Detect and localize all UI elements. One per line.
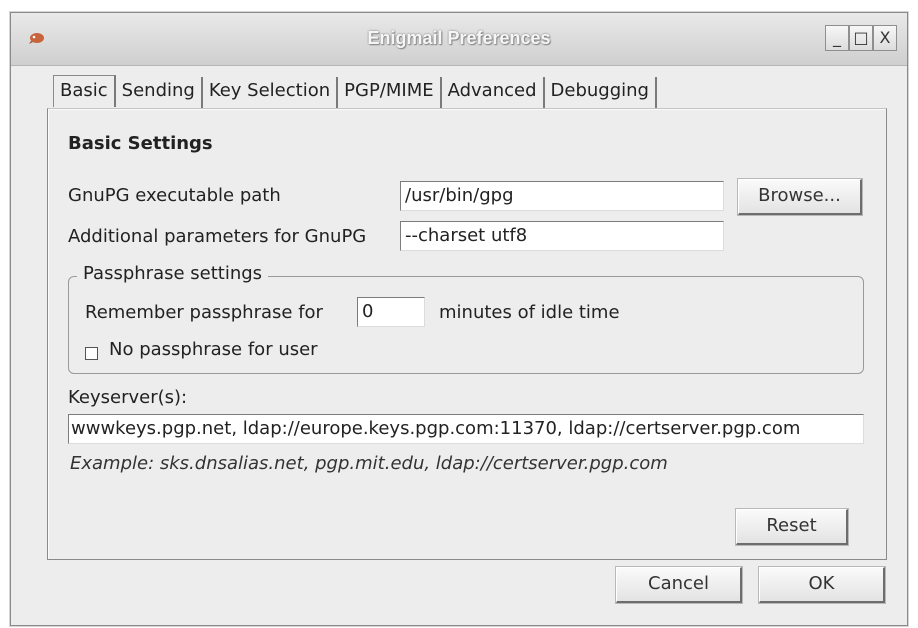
tab-bar: Basic Sending Key Selection PGP/MIME Adv… [53, 75, 657, 109]
keyservers-label: Keyserver(s): [68, 387, 188, 408]
gnupg-params-input[interactable]: --charset utf8 [400, 221, 724, 251]
window-title: Enigmail Preferences [367, 28, 551, 48]
tab-debugging[interactable]: Debugging [544, 77, 657, 109]
gpg-path-input[interactable]: /usr/bin/gpg [400, 181, 724, 211]
passphrase-settings-group: Passphrase settings Remember passphrase … [68, 263, 864, 374]
cancel-button[interactable]: Cancel [616, 567, 742, 603]
remember-passphrase-label: Remember passphrase for [85, 302, 323, 323]
gnupg-params-label: Additional parameters for GnuPG [68, 226, 367, 247]
close-button[interactable]: X [873, 25, 897, 51]
browse-button[interactable]: Browse... [738, 179, 862, 215]
tab-basic[interactable]: Basic [53, 75, 116, 107]
gpg-path-label: GnuPG executable path [68, 185, 281, 206]
tab-key-selection[interactable]: Key Selection [202, 77, 339, 109]
minimize-button[interactable]: _ [825, 25, 849, 51]
passphrase-minutes-input[interactable]: 0 [357, 297, 425, 327]
keyservers-example-text: Example: sks.dnsalias.net, pgp.mit.edu, … [70, 453, 668, 474]
ok-button[interactable]: OK [759, 567, 885, 603]
tab-advanced[interactable]: Advanced [441, 77, 545, 109]
no-passphrase-checkbox[interactable] [85, 347, 98, 360]
titlebar[interactable]: Enigmail Preferences _ □ X [11, 13, 907, 66]
reset-button[interactable]: Reset [736, 509, 848, 545]
section-title: Basic Settings [68, 133, 213, 154]
minutes-idle-label: minutes of idle time [439, 302, 620, 323]
tab-sending[interactable]: Sending [115, 77, 203, 109]
tab-pgp-mime[interactable]: PGP/MIME [338, 77, 442, 109]
no-passphrase-label[interactable]: No passphrase for user [109, 339, 318, 360]
basic-settings-panel: Basic Settings GnuPG executable path /us… [47, 108, 887, 560]
keyservers-input[interactable]: wwwkeys.pgp.net, ldap://europe.keys.pgp.… [68, 414, 864, 444]
maximize-button[interactable]: □ [849, 25, 873, 51]
passphrase-settings-legend: Passphrase settings [77, 263, 269, 284]
preferences-window: Enigmail Preferences _ □ X Basic Sending… [10, 12, 908, 626]
